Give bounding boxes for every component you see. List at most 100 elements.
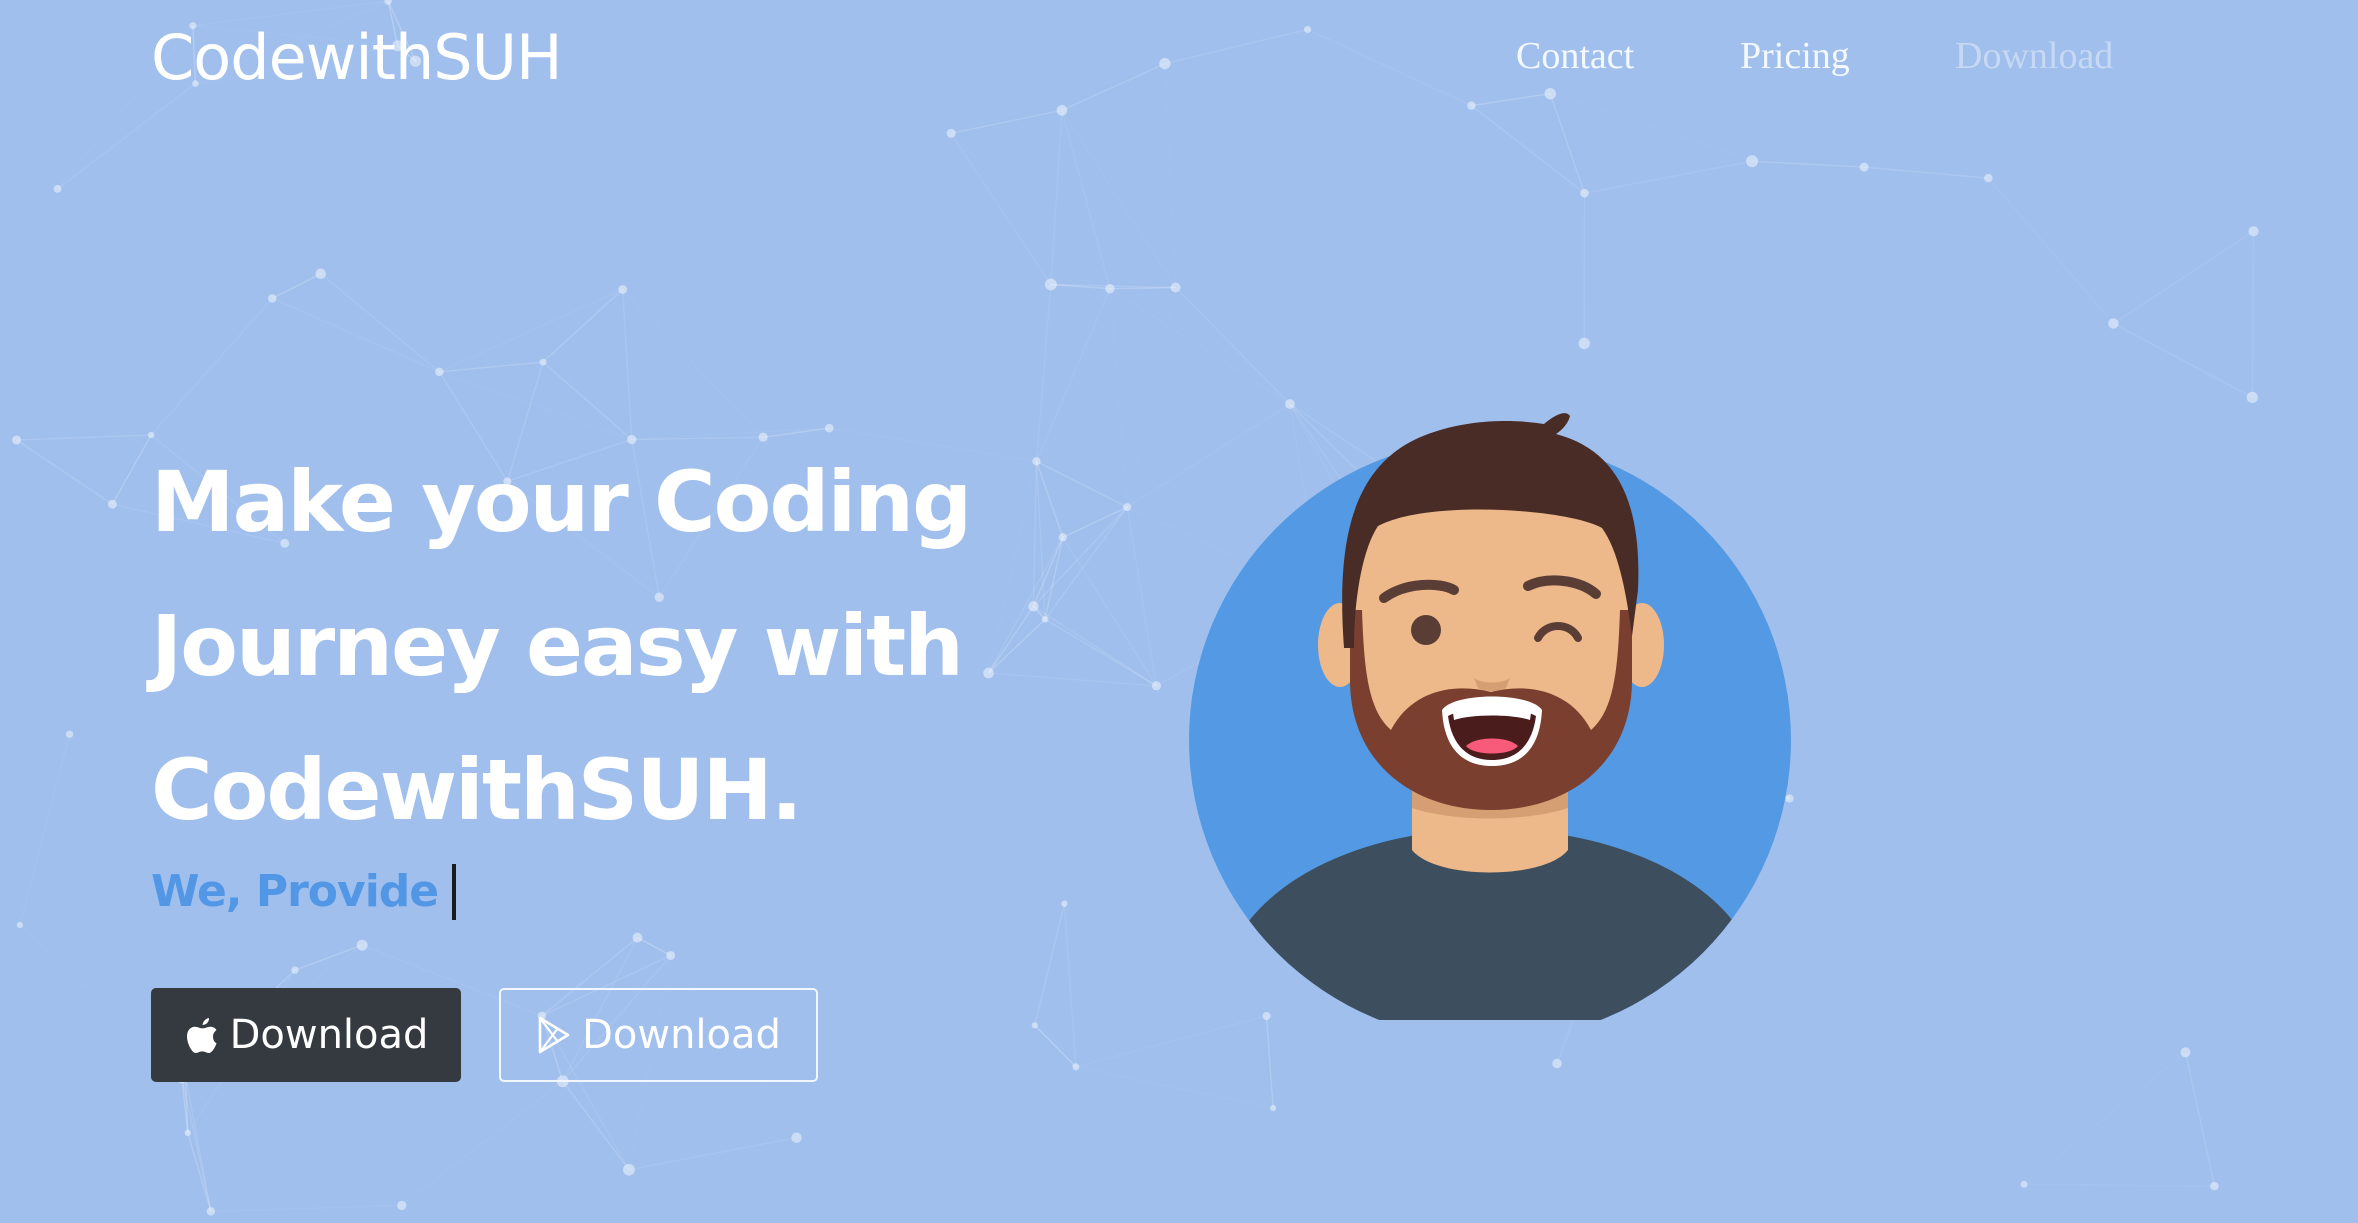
network-line <box>1864 166 1989 179</box>
network-line <box>2024 1183 2215 1187</box>
network-line <box>950 132 1052 285</box>
google-play-download-button[interactable]: Download <box>499 988 818 1082</box>
network-node <box>1580 188 1589 198</box>
network-line <box>150 297 273 436</box>
network-line <box>1033 605 1157 687</box>
network-line <box>1034 1024 1077 1068</box>
network-line <box>1987 177 2114 324</box>
network-node <box>206 1207 216 1216</box>
network-node <box>291 966 299 974</box>
network-line <box>1062 506 1128 538</box>
network-line <box>1036 288 1175 462</box>
network-node <box>397 1200 407 1211</box>
network-node <box>1285 399 1295 409</box>
network-line <box>621 289 633 440</box>
headline-line-3: CodewithSUH. <box>151 741 803 839</box>
network-node <box>107 499 117 509</box>
app-store-download-button[interactable]: Download <box>151 988 461 1082</box>
headline-line-2: Journey easy with <box>151 597 964 695</box>
network-line <box>1061 110 1111 289</box>
nav-link-contact[interactable]: Contact <box>1516 28 1634 84</box>
network-line <box>1062 110 1176 287</box>
network-node <box>1270 1105 1277 1112</box>
network-node <box>666 950 676 960</box>
network-line <box>1034 903 1066 1026</box>
network-node <box>1170 282 1181 293</box>
app-store-download-label: Download <box>229 1012 429 1058</box>
network-line <box>951 64 1165 134</box>
network-line <box>402 1170 629 1206</box>
network-line <box>1584 160 1753 194</box>
brand-logo[interactable]: CodewithSUH <box>151 20 563 96</box>
network-node <box>1044 278 1057 291</box>
network-node <box>1746 155 1759 168</box>
network-line <box>628 1136 797 1171</box>
network-line <box>439 361 544 373</box>
network-node <box>623 1163 635 1176</box>
network-line <box>2024 1052 2185 1184</box>
network-node <box>1105 284 1115 294</box>
nav-link-download[interactable]: Download <box>1955 28 2113 84</box>
network-line <box>1307 28 1472 107</box>
network-node <box>65 730 74 738</box>
network-line <box>181 1077 212 1212</box>
network-line <box>1075 1066 1274 1109</box>
network-node <box>16 921 23 929</box>
network-line <box>1064 686 1156 904</box>
network-node <box>315 268 326 280</box>
network-node <box>1544 87 1556 100</box>
network-line <box>321 274 543 362</box>
network-line <box>187 1132 212 1212</box>
network-node <box>435 367 444 377</box>
network-node <box>1031 1022 1038 1029</box>
network-line <box>562 1080 630 1171</box>
network-line <box>1109 286 1176 290</box>
network-node <box>1058 533 1067 542</box>
network-line <box>151 274 321 435</box>
network-line <box>2112 230 2254 325</box>
network-line <box>271 297 440 373</box>
network-line <box>1063 903 1077 1067</box>
network-line <box>1110 289 1290 404</box>
network-line <box>1470 105 1585 194</box>
network-line <box>70 504 113 734</box>
network-line <box>1032 506 1128 607</box>
network-node <box>2210 1181 2219 1191</box>
network-line <box>195 84 272 299</box>
network-node <box>1859 162 1869 172</box>
nav-link-pricing[interactable]: Pricing <box>1740 28 1850 84</box>
network-node <box>1304 25 1312 34</box>
network-line <box>1265 1015 1274 1109</box>
network-node <box>356 939 368 951</box>
network-line <box>1752 160 1865 168</box>
typed-prefix: We, Provide <box>151 866 439 917</box>
network-line <box>1127 288 1175 508</box>
top-nav: Contact Pricing Download <box>1500 28 2140 84</box>
network-node <box>268 294 277 303</box>
network-line <box>195 84 320 274</box>
google-play-download-label: Download <box>582 1012 781 1058</box>
network-node <box>1032 457 1041 466</box>
network-line <box>1126 507 1158 686</box>
network-line <box>16 439 113 505</box>
network-node <box>2248 226 2259 237</box>
network-line <box>1035 284 1052 462</box>
avatar-illustration <box>1189 413 1791 1020</box>
network-node <box>11 435 22 445</box>
network-line <box>57 83 196 190</box>
headline-line-1: Make your Coding <box>151 453 972 551</box>
avatar-open-eye <box>1411 615 1441 645</box>
network-line <box>210 1204 402 1213</box>
network-line <box>2251 231 2255 398</box>
network-line <box>951 109 1063 135</box>
network-node <box>1467 101 1476 110</box>
apple-icon <box>184 1015 220 1055</box>
network-line <box>1075 1015 1267 1068</box>
network-line <box>637 936 672 957</box>
network-line <box>2113 322 2253 399</box>
network-line <box>1050 110 1063 285</box>
network-line <box>1110 64 1165 289</box>
network-line <box>320 273 440 373</box>
network-line <box>1061 62 1166 111</box>
network-line <box>1549 93 1586 194</box>
